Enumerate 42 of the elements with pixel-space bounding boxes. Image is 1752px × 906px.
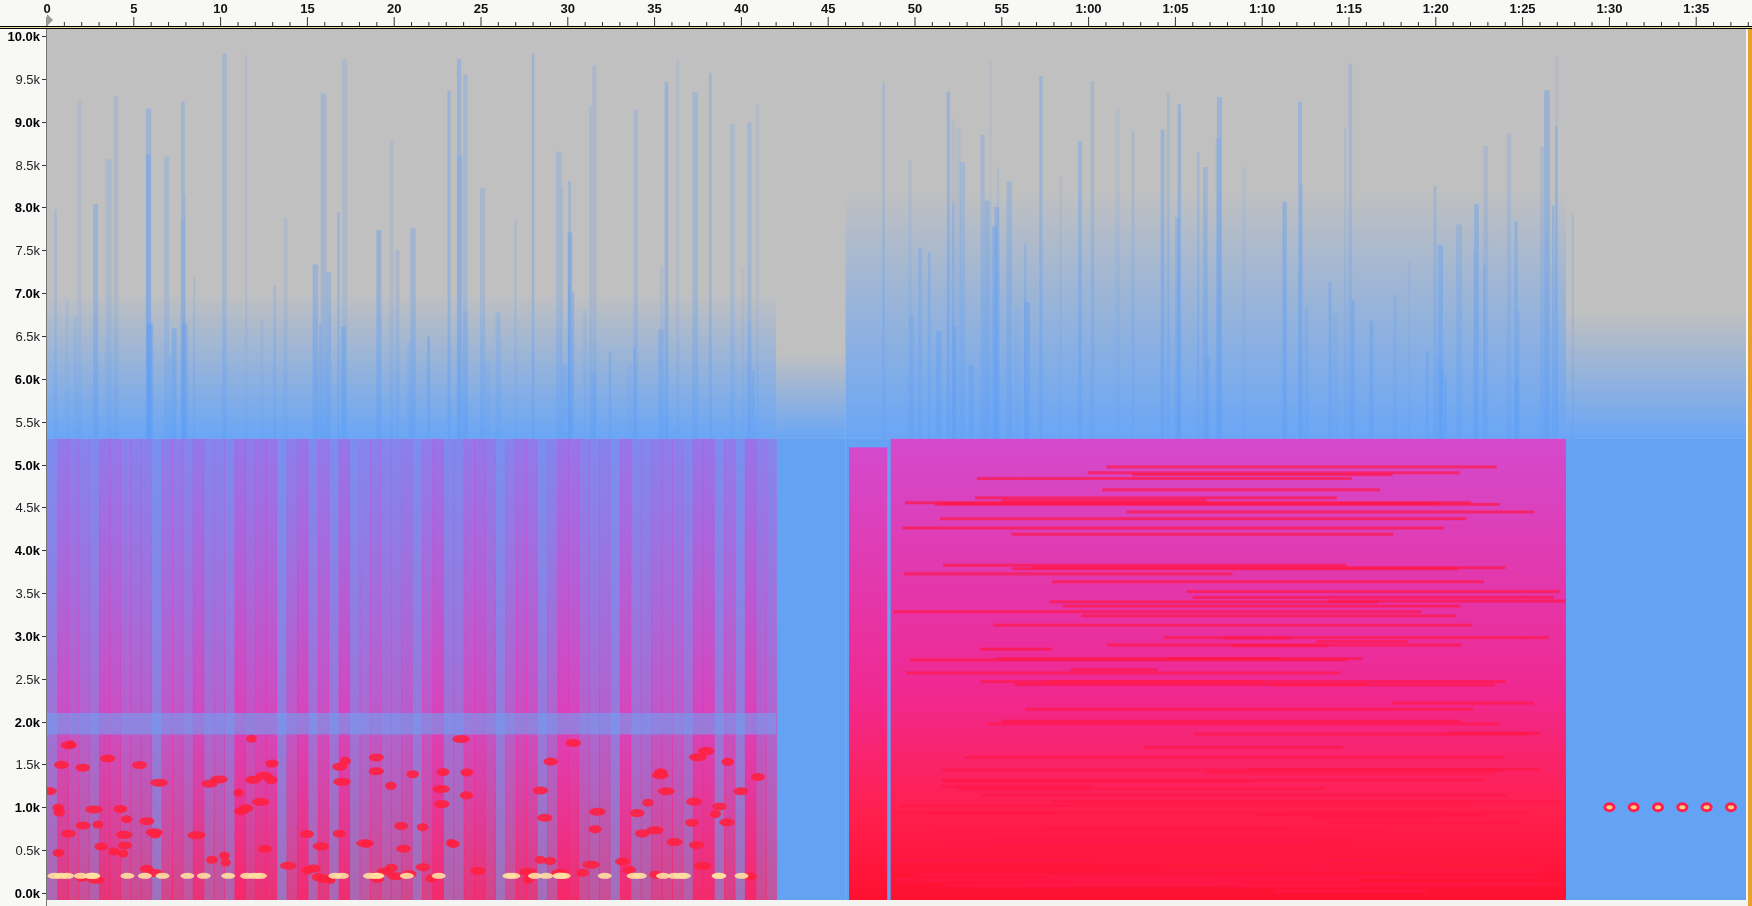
frequency-label: 2.0k [14,715,40,729]
frequency-label: 9.0k [14,115,40,129]
time-label: 40 [734,2,749,15]
time-label: 1:35 [1683,2,1710,15]
time-label: 10 [213,2,228,15]
time-label: 1:05 [1162,2,1189,15]
time-label: 5 [130,2,138,15]
time-label: 15 [300,2,315,15]
frequency-label: 3.0k [14,629,40,643]
frequency-label: 8.5k [15,158,40,172]
time-label: 50 [907,2,923,15]
frequency-label: 7.0k [14,286,40,300]
time-label: 45 [820,2,836,15]
time-label: 20 [386,2,402,15]
frequency-label: 8.0k [14,200,40,214]
frequency-label: 4.0k [14,543,40,557]
time-ruler[interactable]: 0 5 10 15 20 25 30 35 40 45 50 55 1:00 1:05 1:10 1:15 1:20 1:25 1:30 1:35 [0,0,1752,26]
time-label: 35 [647,2,662,15]
frequency-label: 2.5k [15,672,40,686]
frequency-label: 4.5k [15,500,40,514]
frequency-label: 5.0k [14,458,40,471]
frequency-label: 9.5k [15,72,40,86]
frequency-label: 1.5k [15,757,40,771]
time-label: 0 [43,2,51,15]
time-label: 55 [994,2,1010,15]
frequency-label: 1.0k [14,800,40,814]
frequency-label: 7.5k [15,243,40,257]
time-label: 1:00 [1075,2,1102,15]
frequency-label: 5.5k [15,415,40,429]
frequency-label: 10.0k [7,29,40,43]
frequency-label: 6.0k [14,372,40,386]
time-label: 30 [560,2,576,15]
time-label: 1:30 [1596,2,1623,15]
time-label: 1:25 [1509,2,1536,15]
frequency-label: 0.5k [15,843,40,857]
frequency-label: 6.5k [15,329,40,343]
frequency-label: 3.5k [15,586,40,600]
time-label: 1:15 [1336,2,1362,15]
time-label: 1:10 [1249,2,1276,15]
time-label: 1:20 [1422,2,1449,15]
time-label: 25 [473,2,489,15]
frequency-label: 0.0k [14,886,40,900]
